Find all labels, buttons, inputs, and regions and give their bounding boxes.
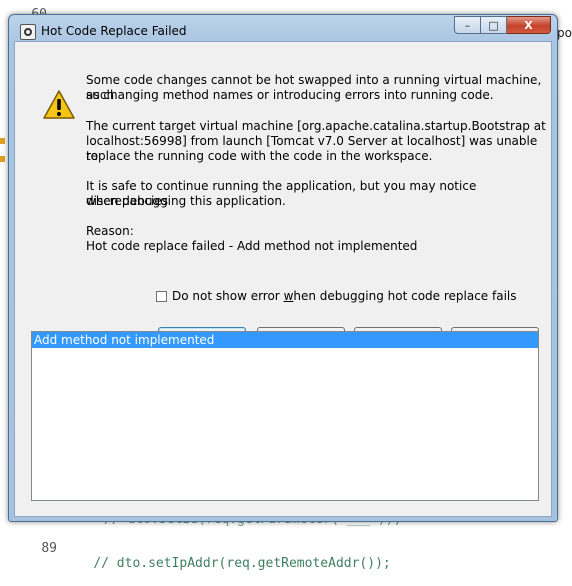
- dialog-title: Hot Code Replace Failed: [41, 24, 187, 38]
- details-list[interactable]: Add method not implemented: [31, 331, 539, 501]
- hot-code-replace-dialog: Hot Code Replace Failed – □ X Some code …: [8, 14, 558, 522]
- window-controls: – □ X: [454, 16, 551, 34]
- message-line: as changing method names or introducing …: [86, 88, 494, 102]
- close-button[interactable]: X: [507, 16, 551, 34]
- code-comment: // dto.setIpAddr(req.getRemoteAddr());: [93, 556, 391, 571]
- editor-line-89: 89 // dto.setIpAddr(req.getRemoteAddr())…: [0, 526, 391, 586]
- warning-icon: [43, 90, 75, 119]
- minimize-icon: –: [464, 18, 471, 32]
- maximize-button[interactable]: □: [481, 16, 507, 34]
- message-line: The current target virtual machine [org.…: [86, 119, 546, 133]
- message-line: when debugging this application.: [86, 194, 286, 208]
- line-number: 89: [41, 541, 57, 556]
- list-item[interactable]: Add method not implemented: [32, 332, 538, 348]
- minimize-button[interactable]: –: [454, 16, 481, 34]
- code-fragment-right: po: [557, 26, 572, 40]
- do-not-show-checkbox-row[interactable]: Do not show error when debugging hot cod…: [156, 289, 517, 303]
- do-not-show-checkbox[interactable]: [156, 290, 167, 302]
- eclipse-app-icon: [20, 24, 36, 40]
- close-icon: X: [524, 18, 533, 32]
- message-line: replace the running code with the code i…: [86, 149, 433, 163]
- warning-marker-icon: [0, 156, 5, 162]
- reason-text: Hot code replace failed - Add method not…: [86, 239, 418, 253]
- reason-label: Reason:: [86, 224, 134, 238]
- maximize-icon: □: [488, 18, 499, 32]
- checkbox-label[interactable]: Do not show error when debugging hot cod…: [172, 289, 517, 303]
- warning-marker-icon: [0, 138, 5, 144]
